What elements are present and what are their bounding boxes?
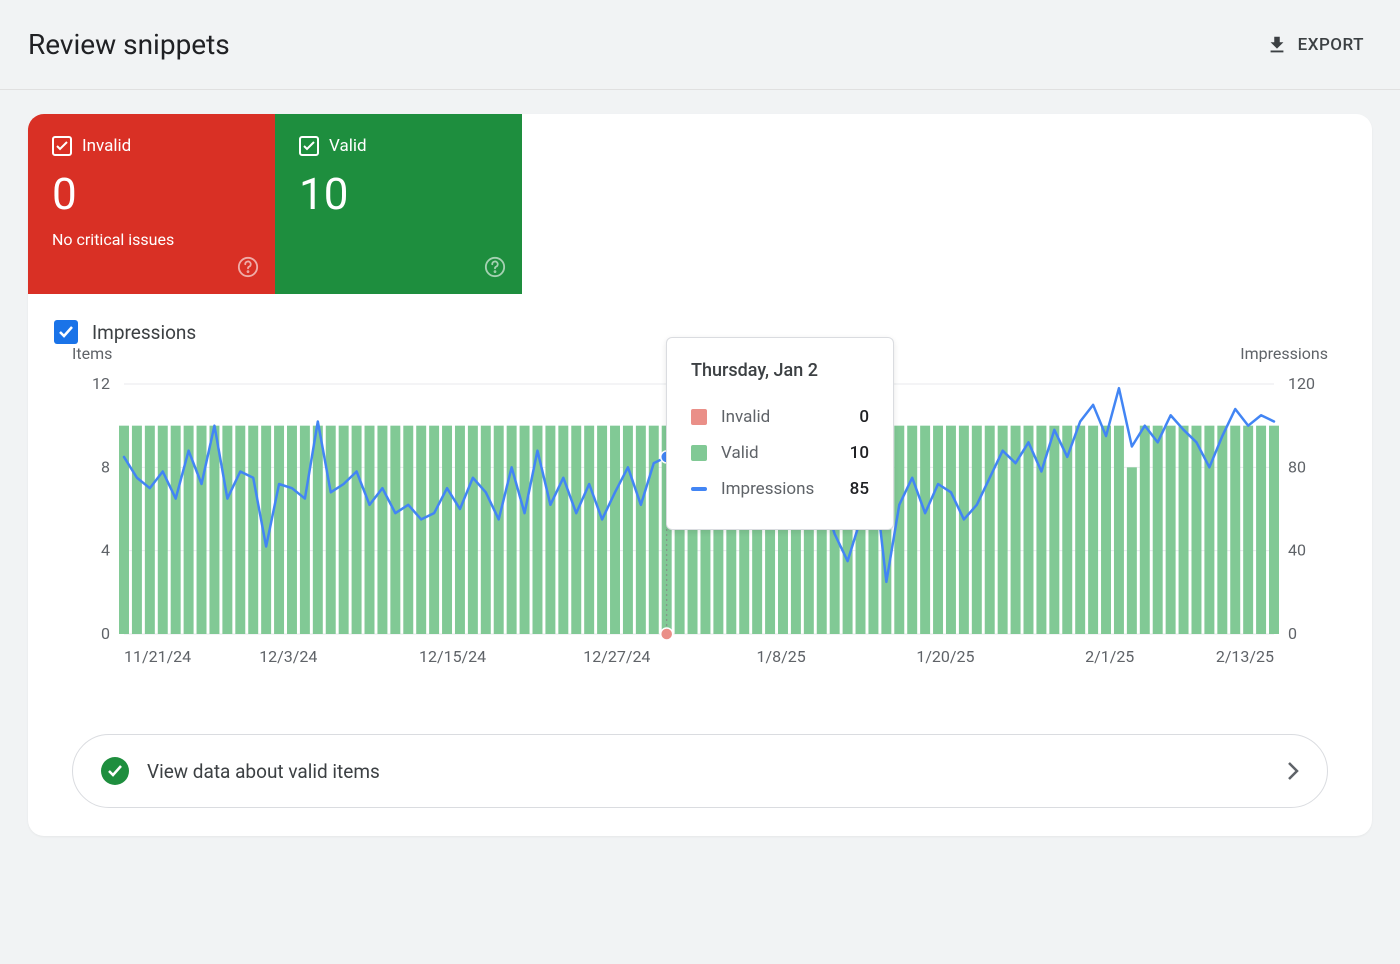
tooltip-row: Invalid0: [691, 399, 869, 435]
tooltip-value: 85: [850, 479, 869, 499]
svg-text:2/13/25: 2/13/25: [1216, 647, 1274, 666]
main-card: Invalid 0 No critical issues Valid 10: [28, 114, 1372, 836]
invalid-checkbox[interactable]: [52, 136, 72, 156]
tooltip-value: 10: [850, 443, 869, 463]
check-icon: [303, 141, 315, 151]
svg-text:80: 80: [1288, 457, 1306, 476]
tooltip-label: Invalid: [721, 407, 859, 427]
tooltip-value: 0: [859, 407, 869, 427]
view-valid-items-label: View data about valid items: [147, 760, 1269, 783]
help-icon[interactable]: [484, 256, 506, 278]
impressions-checkbox[interactable]: [54, 320, 78, 344]
svg-text:0: 0: [1288, 624, 1297, 643]
tooltip-label: Valid: [721, 443, 850, 463]
svg-text:8: 8: [101, 457, 110, 476]
page-title: Review snippets: [28, 28, 230, 61]
svg-text:40: 40: [1288, 541, 1306, 560]
svg-text:120: 120: [1288, 374, 1315, 393]
tooltip-row: Valid10: [691, 435, 869, 471]
chevron-right-icon: [1287, 761, 1299, 781]
export-label: EXPORT: [1298, 35, 1364, 55]
svg-text:0: 0: [101, 624, 110, 643]
status-card-invalid[interactable]: Invalid 0 No critical issues: [28, 114, 275, 294]
chart-tooltip: Thursday, Jan 2 Invalid0Valid10Impressio…: [666, 337, 894, 530]
tooltip-date: Thursday, Jan 2: [691, 360, 869, 381]
svg-text:12/3/24: 12/3/24: [259, 647, 317, 666]
check-circle-icon: [101, 757, 129, 785]
valid-checkbox[interactable]: [299, 136, 319, 156]
svg-text:12/15/24: 12/15/24: [419, 647, 486, 666]
invalid-sub: No critical issues: [52, 230, 251, 249]
valid-value: 10: [299, 168, 498, 220]
tooltip-swatch: [691, 445, 707, 461]
left-axis-label: Items: [72, 344, 112, 363]
svg-text:12/27/24: 12/27/24: [583, 647, 650, 666]
svg-text:4: 4: [101, 541, 110, 560]
export-button[interactable]: EXPORT: [1266, 34, 1364, 56]
svg-text:1/20/25: 1/20/25: [916, 647, 974, 666]
valid-label: Valid: [329, 136, 367, 156]
tooltip-swatch: [691, 409, 707, 425]
invalid-value: 0: [52, 168, 251, 220]
svg-text:12: 12: [92, 374, 110, 393]
impressions-label: Impressions: [92, 321, 196, 344]
svg-text:1/8/25: 1/8/25: [757, 647, 806, 666]
tooltip-row: Impressions85: [691, 471, 869, 507]
invalid-label: Invalid: [82, 136, 131, 156]
check-icon: [56, 141, 68, 151]
help-icon[interactable]: [237, 256, 259, 278]
download-icon: [1266, 34, 1288, 56]
status-cards: Invalid 0 No critical issues Valid 10: [28, 114, 1372, 294]
right-axis-label: Impressions: [1240, 344, 1328, 363]
status-card-valid[interactable]: Valid 10: [275, 114, 522, 294]
tooltip-label: Impressions: [721, 479, 850, 499]
svg-text:2/1/25: 2/1/25: [1085, 647, 1134, 666]
svg-text:11/21/24: 11/21/24: [124, 647, 191, 666]
check-icon: [59, 326, 73, 338]
page-header: Review snippets EXPORT: [0, 0, 1400, 90]
view-valid-items-button[interactable]: View data about valid items: [72, 734, 1328, 808]
tooltip-swatch: [691, 487, 707, 491]
